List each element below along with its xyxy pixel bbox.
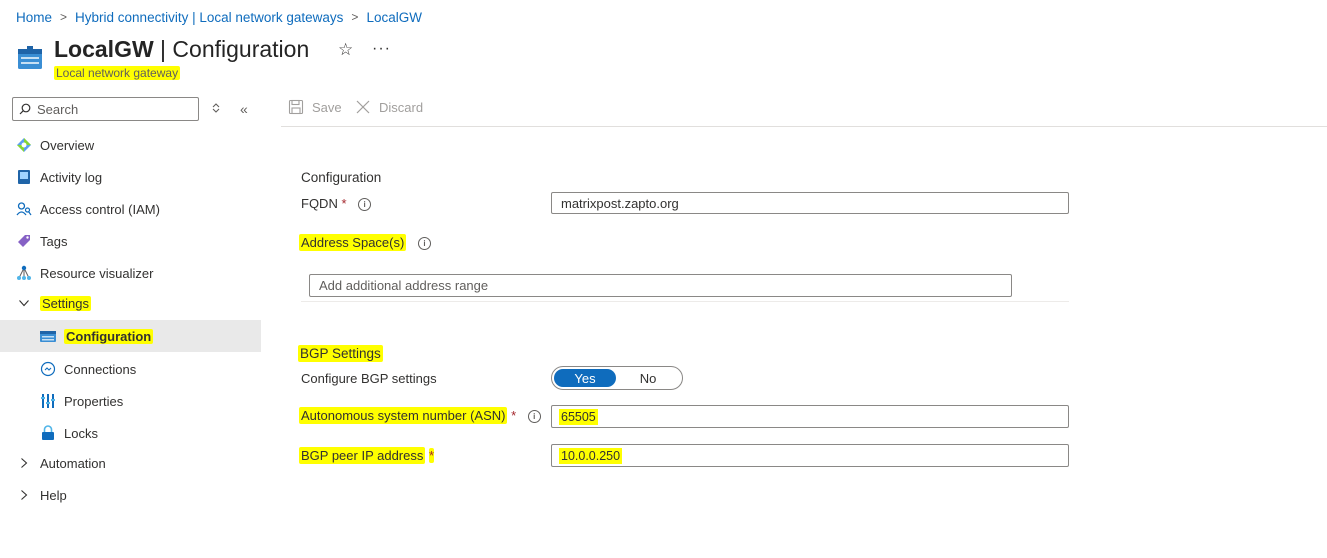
bgp-peer-field[interactable]: 10.0.0.250 xyxy=(551,444,1069,467)
chevron-right-icon xyxy=(16,455,32,471)
section-heading-bgp: BGP Settings xyxy=(298,345,383,362)
fqdn-input[interactable] xyxy=(552,194,1068,212)
save-button[interactable]: Save xyxy=(288,99,342,115)
bgp-toggle-no[interactable]: No xyxy=(616,369,680,387)
sidebar-item-iam[interactable]: Access control (IAM) xyxy=(0,193,261,225)
page-title-section: | Configuration xyxy=(153,36,310,62)
address-space-label: Address Space(s) i xyxy=(299,234,431,251)
sidebar-group-settings[interactable]: Settings xyxy=(0,287,261,319)
address-space-label-text: Address Space(s) xyxy=(299,234,407,251)
search-box[interactable] xyxy=(12,97,199,121)
breadcrumb-lng-link[interactable]: Hybrid connectivity | Local network gate… xyxy=(75,10,343,25)
save-icon xyxy=(288,99,304,115)
sidebar-item-label: Access control (IAM) xyxy=(40,201,160,217)
configure-bgp-label: Configure BGP settings xyxy=(301,371,437,386)
sidebar-item-locks[interactable]: Locks xyxy=(0,417,261,449)
sidebar-item-label: Activity log xyxy=(40,169,103,185)
connections-icon xyxy=(40,361,56,377)
chevron-down-icon xyxy=(16,295,32,311)
address-range-field[interactable] xyxy=(309,274,1012,297)
local-network-gateway-icon xyxy=(18,46,42,69)
sidebar-item-connections[interactable]: Connections xyxy=(0,353,261,385)
sidebar-item-label: Configuration xyxy=(64,328,154,344)
bgp-peer-value[interactable]: 10.0.0.250 xyxy=(559,447,623,464)
configuration-icon xyxy=(40,328,56,344)
expand-collapse-icon[interactable] xyxy=(210,102,222,114)
search-input[interactable] xyxy=(35,100,189,118)
page-subtitle: Local network gateway xyxy=(54,66,181,80)
info-icon[interactable]: i xyxy=(527,410,541,424)
fqdn-label: FQDN * i xyxy=(301,196,372,212)
search-icon xyxy=(19,103,31,115)
close-icon xyxy=(356,100,370,114)
tag-icon xyxy=(16,233,32,249)
chevron-right-icon: > xyxy=(351,10,359,24)
section-heading-configuration: Configuration xyxy=(301,170,382,185)
sidebar-item-label: Tags xyxy=(40,233,68,249)
sidebar-item-label: Locks xyxy=(64,425,98,441)
breadcrumb-home-link[interactable]: Home xyxy=(16,10,52,25)
breadcrumb: Home > Hybrid connectivity | Local netwo… xyxy=(16,8,422,26)
sidebar-item-configuration[interactable]: Configuration xyxy=(0,320,261,352)
asn-label: Autonomous system number (ASN) * i xyxy=(299,407,541,424)
address-range-input[interactable] xyxy=(310,277,1011,294)
address-range-divider xyxy=(301,301,1069,302)
iam-icon xyxy=(16,201,32,217)
sidebar-group-automation[interactable]: Automation xyxy=(0,447,261,479)
save-label: Save xyxy=(312,99,342,115)
discard-label: Discard xyxy=(379,99,424,115)
bgp-toggle-yes[interactable]: Yes xyxy=(554,369,616,387)
lock-icon xyxy=(40,425,56,441)
breadcrumb-localgw-link[interactable]: LocalGW xyxy=(366,10,422,25)
fqdn-label-text: FQDN xyxy=(301,196,338,211)
required-marker: * xyxy=(341,196,347,211)
sidebar-item-label: Connections xyxy=(64,361,137,377)
asn-value[interactable]: 65505 xyxy=(559,408,598,425)
sidebar-item-label: Properties xyxy=(64,393,124,409)
bgp-peer-label-text: BGP peer IP address xyxy=(299,447,426,464)
required-marker: * xyxy=(511,408,517,423)
page-title-resource: LocalGW xyxy=(54,36,154,62)
chevron-right-icon: > xyxy=(60,10,68,24)
sidebar-item-tags[interactable]: Tags xyxy=(0,225,261,257)
info-icon[interactable]: i xyxy=(358,198,372,212)
more-options-icon[interactable]: ··· xyxy=(372,40,391,58)
activity-log-icon xyxy=(16,169,32,185)
sidebar-group-help[interactable]: Help xyxy=(0,479,261,511)
favorite-star-icon[interactable]: ☆ xyxy=(338,40,353,60)
sidebar-item-label: Overview xyxy=(40,137,95,153)
required-marker: * xyxy=(429,448,435,463)
bgp-toggle[interactable]: Yes No xyxy=(551,366,683,390)
page-title: LocalGW | Configuration xyxy=(54,36,309,63)
command-bar-divider xyxy=(281,126,1327,127)
discard-button[interactable]: Discard xyxy=(355,99,423,115)
overview-icon xyxy=(16,137,32,153)
chevron-right-icon xyxy=(16,487,32,503)
asn-field[interactable]: 65505 xyxy=(551,405,1069,428)
asn-label-text: Autonomous system number (ASN) xyxy=(299,407,508,424)
sidebar-item-label: Help xyxy=(40,487,67,503)
sidebar-item-overview[interactable]: Overview xyxy=(0,129,261,161)
fqdn-field[interactable] xyxy=(551,192,1069,214)
sidebar-item-resource-visualizer[interactable]: Resource visualizer xyxy=(0,257,261,289)
sidebar-item-label: Resource visualizer xyxy=(40,265,154,281)
visualizer-icon xyxy=(16,265,32,281)
properties-icon xyxy=(40,393,56,409)
sidebar-item-properties[interactable]: Properties xyxy=(0,385,261,417)
sidebar-item-label: Settings xyxy=(40,295,91,311)
sidebar-item-label: Automation xyxy=(40,455,106,471)
collapse-menu-icon[interactable]: « xyxy=(240,101,248,117)
bgp-peer-label: BGP peer IP address * xyxy=(299,447,435,464)
info-icon[interactable]: i xyxy=(417,237,431,251)
sidebar-item-activity-log[interactable]: Activity log xyxy=(0,161,261,193)
